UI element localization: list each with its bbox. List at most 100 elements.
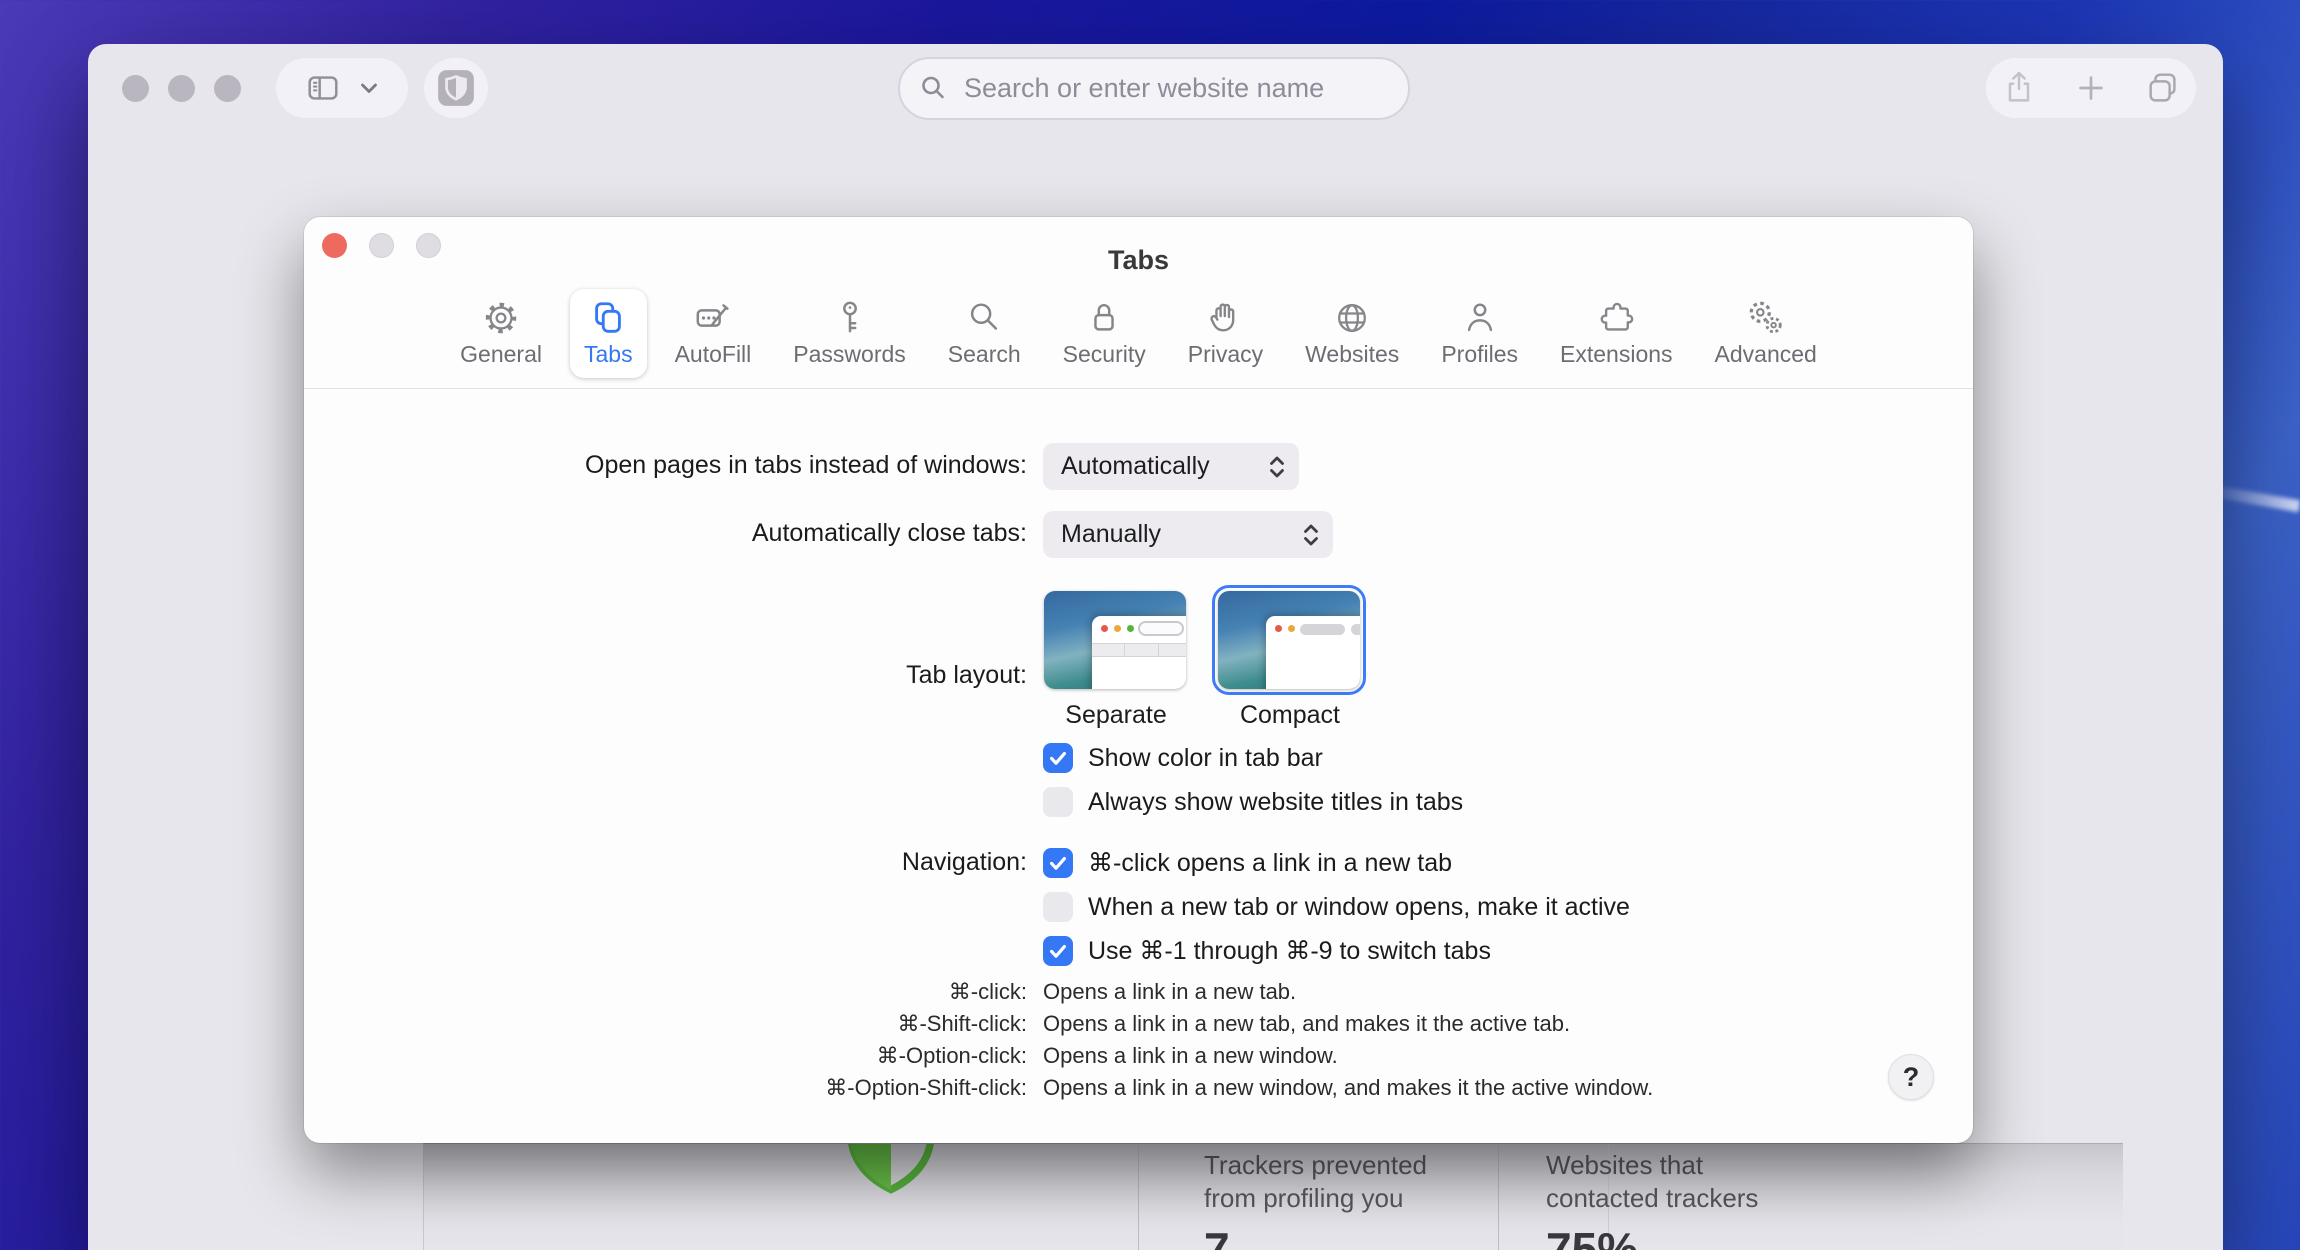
tab-label: Privacy <box>1188 341 1263 368</box>
shortcut-key: ⌘-Shift-click: <box>897 1011 1027 1037</box>
person-icon <box>1461 299 1499 337</box>
stat-trackers-prevented: Trackers prevented from profiling you 7 <box>1204 1149 1456 1250</box>
layout-option-compact[interactable]: Compact <box>1212 585 1368 730</box>
shortcut-key: ⌘-Option-Shift-click: <box>825 1075 1027 1101</box>
tab-label: General <box>460 341 542 368</box>
tab-general[interactable]: General <box>446 289 556 378</box>
tab-passwords[interactable]: Passwords <box>779 289 919 378</box>
open-pages-dropdown[interactable]: Automatically <box>1043 443 1299 490</box>
shortcut-row: ⌘-Shift-click: Opens a link in a new tab… <box>304 1011 1973 1043</box>
open-pages-label: Open pages in tabs instead of windows: <box>585 451 1027 480</box>
tab-privacy[interactable]: Privacy <box>1174 289 1277 378</box>
stat-value: 75% <box>1546 1222 1798 1250</box>
checkbox-label: ⌘-click opens a link in a new tab <box>1088 848 1452 878</box>
minimize-button[interactable] <box>168 75 195 102</box>
checkbox-label: Show color in tab bar <box>1088 744 1323 773</box>
close-tabs-label: Automatically close tabs: <box>752 519 1027 548</box>
shortcut-desc: Opens a link in a new tab. <box>1043 979 1296 1005</box>
navigation-label: Navigation: <box>902 848 1027 877</box>
settings-toolbar: General Tabs <box>304 279 1973 387</box>
tab-label: Search <box>948 341 1021 368</box>
layout-option-separate[interactable]: Separate <box>1038 585 1194 730</box>
new-tab-icon[interactable] <box>2072 69 2110 107</box>
tab-search[interactable]: Search <box>934 289 1035 378</box>
divider <box>1498 1144 1499 1250</box>
dropdown-value: Automatically <box>1061 452 1210 481</box>
shortcut-desc: Opens a link in a new window. <box>1043 1043 1338 1069</box>
shortcut-help-block: ⌘-click: Opens a link in a new tab. ⌘-Sh… <box>304 979 1973 1107</box>
tab-profiles[interactable]: Profiles <box>1427 289 1532 378</box>
puzzle-icon <box>1597 299 1635 337</box>
share-icon[interactable] <box>2000 69 2038 107</box>
dialog-title: Tabs <box>304 245 1973 276</box>
switch-tabs-row: Use ⌘-1 through ⌘-9 to switch tabs <box>1043 934 1491 968</box>
tabs-icon <box>589 299 627 337</box>
shield-extension-icon <box>435 67 477 109</box>
gears-icon <box>1747 299 1785 337</box>
shield-extension-button[interactable] <box>424 58 488 118</box>
question-mark: ? <box>1903 1062 1920 1093</box>
autofill-icon <box>694 299 732 337</box>
checkbox-label: Use ⌘-1 through ⌘-9 to switch tabs <box>1088 936 1491 966</box>
cmd-click-checkbox[interactable] <box>1043 848 1073 878</box>
shortcut-row: ⌘-Option-Shift-click: Opens a link in a … <box>304 1075 1973 1107</box>
safari-window: Trackers prevented from profiling you 7 … <box>88 44 2223 1250</box>
chevron-up-down-icon <box>1267 452 1287 482</box>
tab-overview-icon[interactable] <box>2144 69 2182 107</box>
new-tab-active-checkbox[interactable] <box>1043 892 1073 922</box>
tab-extensions[interactable]: Extensions <box>1546 289 1687 378</box>
tab-advanced[interactable]: Advanced <box>1701 289 1831 378</box>
new-tab-active-row: When a new tab or window opens, make it … <box>1043 890 1630 924</box>
search-icon <box>918 73 948 103</box>
settings-dialog: Tabs General Tabs <box>304 217 1973 1143</box>
toolbar-separator <box>304 388 1973 389</box>
layout-option-label: Separate <box>1038 701 1194 730</box>
lock-icon <box>1085 299 1123 337</box>
address-bar <box>898 57 1410 120</box>
chevron-down-icon <box>358 77 380 99</box>
tab-label: AutoFill <box>675 341 752 368</box>
tab-layout-label: Tab layout: <box>906 661 1027 690</box>
chevron-up-down-icon <box>1301 520 1321 550</box>
website-titles-checkbox[interactable] <box>1043 787 1073 817</box>
tab-tabs[interactable]: Tabs <box>570 289 647 378</box>
zoom-button[interactable] <box>214 75 241 102</box>
sidebar-toggle-group[interactable] <box>276 58 408 118</box>
shortcut-desc: Opens a link in a new window, and makes … <box>1043 1075 1653 1101</box>
website-titles-row: Always show website titles in tabs <box>1043 785 1463 819</box>
help-button[interactable]: ? <box>1888 1054 1934 1100</box>
shortcut-row: ⌘-Option-click: Opens a link in a new wi… <box>304 1043 1973 1075</box>
tab-websites[interactable]: Websites <box>1291 289 1413 378</box>
globe-icon <box>1333 299 1371 337</box>
hand-icon <box>1206 299 1244 337</box>
dropdown-value: Manually <box>1061 520 1161 549</box>
shortcut-row: ⌘-click: Opens a link in a new tab. <box>304 979 1973 1011</box>
privacy-shield-icon <box>844 1144 938 1196</box>
show-color-row: Show color in tab bar <box>1043 741 1323 775</box>
compact-layout-thumbnail <box>1218 591 1360 689</box>
privacy-report-page: Trackers prevented from profiling you 7 … <box>423 1143 2123 1250</box>
tab-label: Advanced <box>1715 341 1817 368</box>
tab-autofill[interactable]: AutoFill <box>661 289 766 378</box>
shortcut-desc: Opens a link in a new tab, and makes it … <box>1043 1011 1570 1037</box>
close-button[interactable] <box>122 75 149 102</box>
shortcut-key: ⌘-click: <box>949 979 1027 1005</box>
tab-label: Websites <box>1305 341 1399 368</box>
layout-option-label: Compact <box>1212 701 1368 730</box>
toolbar-right-group <box>1986 58 2196 118</box>
tab-label: Tabs <box>584 341 633 368</box>
search-input[interactable] <box>898 57 1410 120</box>
tab-label: Passwords <box>793 341 905 368</box>
checkbox-label: Always show website titles in tabs <box>1088 788 1463 817</box>
shortcut-key: ⌘-Option-click: <box>877 1043 1027 1069</box>
tab-label: Extensions <box>1560 341 1673 368</box>
key-icon <box>831 299 869 337</box>
show-color-checkbox[interactable] <box>1043 743 1073 773</box>
checkbox-label: When a new tab or window opens, make it … <box>1088 893 1630 922</box>
close-tabs-dropdown[interactable]: Manually <box>1043 511 1333 558</box>
gear-icon <box>482 299 520 337</box>
tab-security[interactable]: Security <box>1049 289 1160 378</box>
tab-label: Security <box>1063 341 1146 368</box>
sidebar-icon <box>304 69 342 107</box>
switch-tabs-checkbox[interactable] <box>1043 936 1073 966</box>
